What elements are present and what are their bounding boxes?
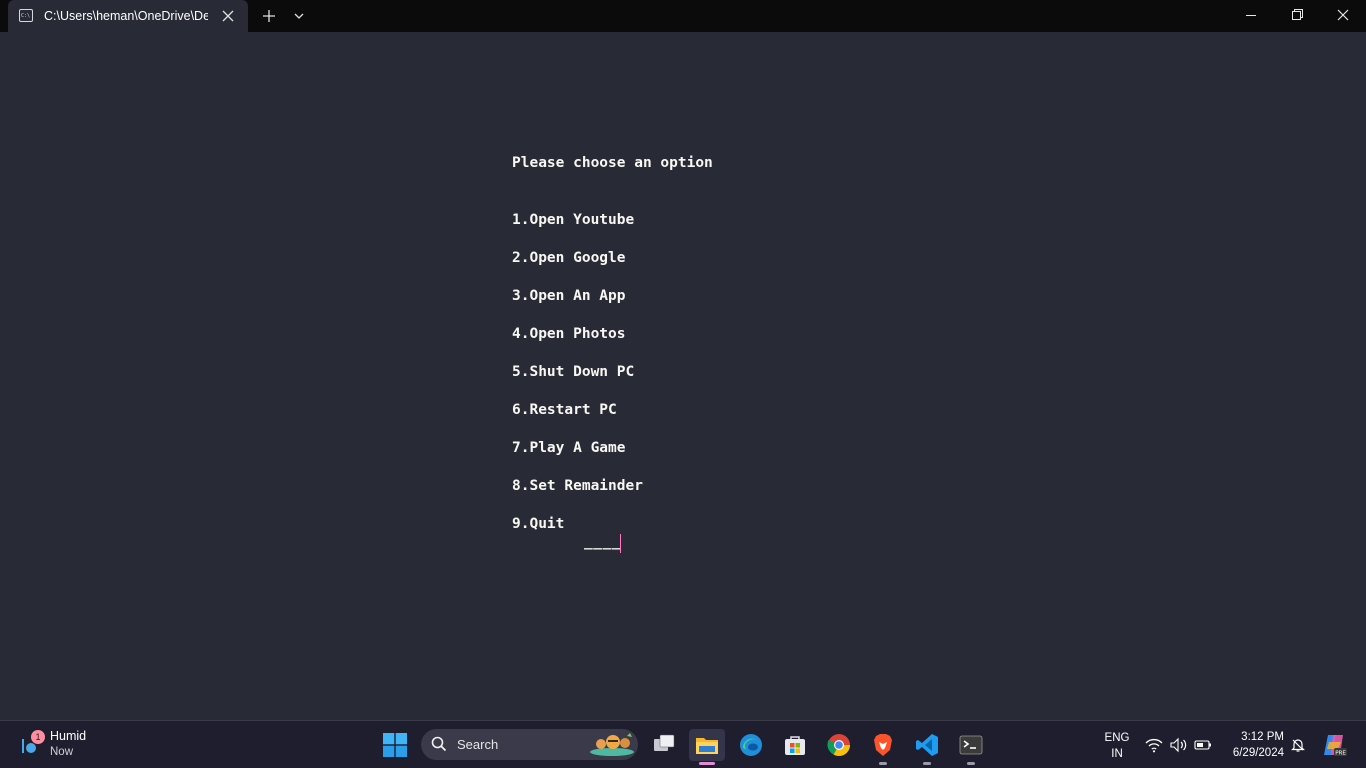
battery-icon[interactable] <box>1194 737 1212 753</box>
chrome-icon <box>827 734 850 756</box>
chrome-button[interactable] <box>821 729 857 761</box>
menu-option: 2.Open Google <box>512 250 626 266</box>
menu-option: 7.Play A Game <box>512 440 626 456</box>
copilot-icon[interactable]: PRE <box>1321 732 1347 758</box>
close-icon <box>1337 9 1349 21</box>
weather-subtitle: Now <box>50 746 74 758</box>
task-view-button[interactable] <box>646 729 682 761</box>
windows-logo-icon <box>383 733 407 757</box>
brave-button[interactable] <box>865 729 901 765</box>
vscode-icon <box>916 734 938 756</box>
folder-icon <box>696 738 718 754</box>
running-indicator <box>923 762 931 765</box>
task-view-icon <box>654 734 675 751</box>
system-clock[interactable]: 3:12 PM 6/29/2024 <box>1224 729 1284 761</box>
minimize-button[interactable] <box>1228 0 1274 32</box>
wifi-icon[interactable] <box>1145 737 1163 753</box>
weather-widget[interactable]: 1 Humid Now <box>14 725 124 765</box>
svg-text:PRE: PRE <box>1335 751 1346 757</box>
store-icon <box>785 736 805 755</box>
edge-button[interactable] <box>733 729 769 761</box>
close-icon <box>222 10 234 22</box>
search-highlight-illustration <box>590 733 634 756</box>
taskbar-search[interactable]: Search <box>421 729 638 760</box>
language-region: IN <box>1111 748 1123 760</box>
language-code: ENG <box>1104 732 1130 744</box>
menu-option: 6.Restart PC <box>512 402 617 418</box>
running-indicator <box>967 762 975 765</box>
terminal-tab[interactable]: C:\ C:\Users\heman\OneDrive\De <box>8 0 248 32</box>
minimize-icon <box>1246 15 1256 16</box>
edge-icon <box>740 734 762 756</box>
plus-icon <box>263 10 275 22</box>
running-indicator <box>879 762 887 765</box>
terminal-button[interactable] <box>953 729 989 765</box>
search-label: Search <box>457 737 499 752</box>
chevron-down-icon <box>294 13 304 19</box>
clock-time: 3:12 PM <box>1241 731 1284 743</box>
menu-option: 4.Open Photos <box>512 326 626 342</box>
command-prompt-icon: C:\ <box>19 9 33 22</box>
text-cursor <box>620 534 621 553</box>
weather-badge: 1 <box>31 730 45 744</box>
brave-icon <box>874 734 892 756</box>
language-indicator[interactable]: ENG IN <box>1102 730 1132 762</box>
menu-option: 9.Quit <box>512 516 565 532</box>
menu-heading: Please choose an option <box>512 155 713 171</box>
volume-icon[interactable] <box>1170 737 1188 753</box>
notification-bell-icon[interactable] <box>1290 737 1306 753</box>
window-titlebar: C:\ C:\Users\heman\OneDrive\De <box>0 0 1366 32</box>
menu-option: 1.Open Youtube <box>512 212 635 228</box>
file-explorer-button[interactable] <box>689 729 725 765</box>
new-tab-button[interactable] <box>258 6 280 26</box>
search-icon <box>431 736 447 752</box>
restore-button[interactable] <box>1274 0 1320 32</box>
menu-option: 8.Set Remainder <box>512 478 643 494</box>
start-button[interactable] <box>383 733 407 757</box>
menu-option: 5.Shut Down PC <box>512 364 635 380</box>
terminal-output[interactable]: Please choose an option 1.Open Youtube 2… <box>0 32 1366 720</box>
terminal-icon <box>959 735 983 755</box>
weather-title: Humid <box>50 729 87 743</box>
tab-dropdown-button[interactable] <box>288 6 310 26</box>
vscode-button[interactable] <box>909 729 945 765</box>
input-prompt: ____ <box>584 534 621 550</box>
clock-date: 6/29/2024 <box>1232 747 1284 759</box>
menu-option: 3.Open An App <box>512 288 626 304</box>
restore-icon <box>1292 9 1303 20</box>
tab-title: C:\Users\heman\OneDrive\De <box>44 9 208 23</box>
microsoft-store-button[interactable] <box>777 729 813 761</box>
active-indicator <box>699 762 715 765</box>
tab-close-button[interactable] <box>218 6 238 26</box>
taskbar: 1 Humid Now Search ENG IN 3:12 PM 6/29/2… <box>0 720 1366 768</box>
close-window-button[interactable] <box>1320 0 1366 32</box>
